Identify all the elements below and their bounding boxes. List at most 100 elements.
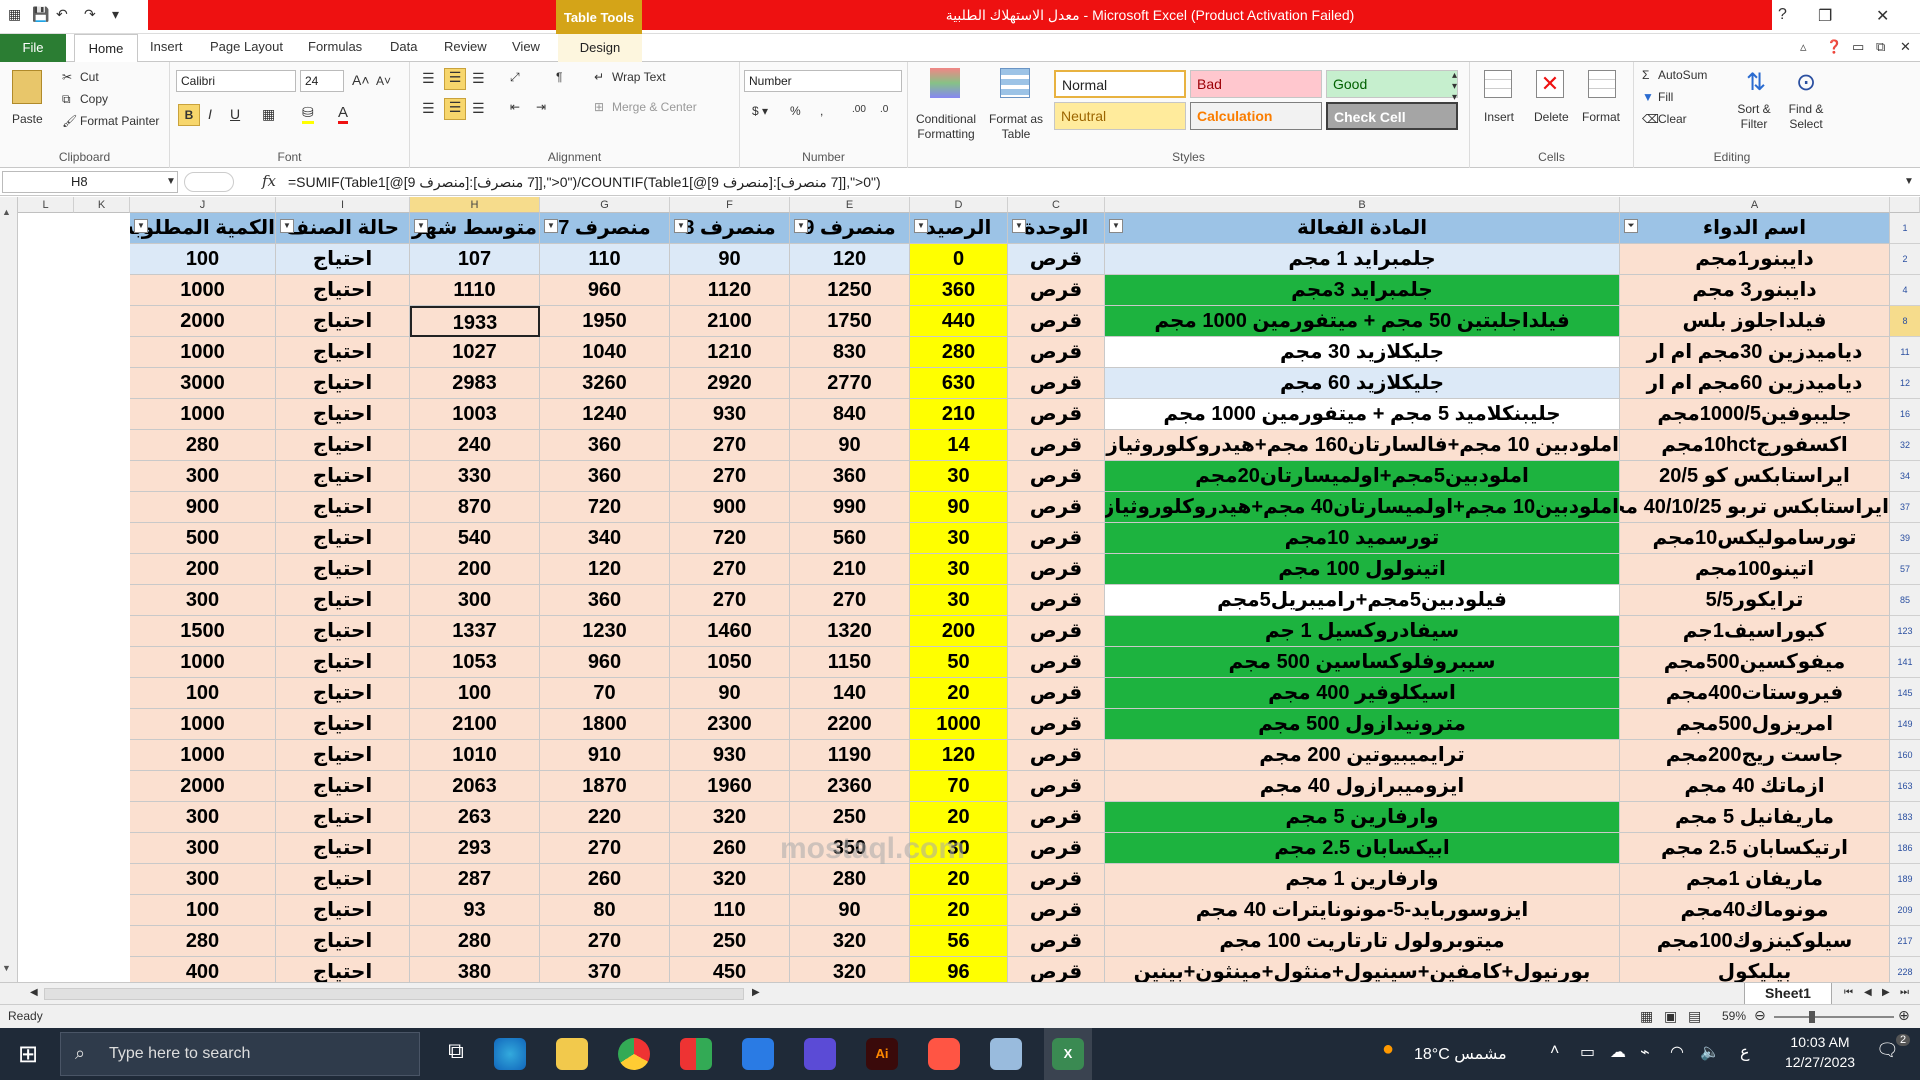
column-header-j[interactable]: J (130, 197, 276, 213)
italic-icon[interactable]: I (208, 106, 212, 122)
network-icon[interactable]: ⌁ (1640, 1042, 1650, 1062)
row-header[interactable]: 209 (1890, 895, 1920, 926)
cell-b[interactable]: جليكلازيد 30 مجم (1105, 337, 1620, 368)
cell-g[interactable]: 70 (540, 678, 670, 709)
insert-function-icon[interactable]: fx (262, 172, 276, 190)
page-layout-view-icon[interactable]: ▣ (1664, 1008, 1677, 1025)
cell-c[interactable]: قرص (1008, 926, 1105, 957)
cell-f[interactable]: 90 (670, 678, 790, 709)
style-bad[interactable]: Bad (1190, 70, 1322, 98)
cell-a[interactable]: اكسفورج10hctمجم (1620, 430, 1890, 461)
first-sheet-icon[interactable]: ⏮ (1844, 987, 1853, 998)
currency-icon[interactable]: $ ▾ (752, 104, 768, 118)
cell-j[interactable]: 280 (130, 926, 276, 957)
cell-j[interactable]: 1500 (130, 616, 276, 647)
cell-g[interactable]: 1800 (540, 709, 670, 740)
cell-j[interactable]: 280 (130, 430, 276, 461)
row-header[interactable]: 186 (1890, 833, 1920, 864)
align-center-icon[interactable]: ☰ (444, 98, 466, 120)
fill-button[interactable]: Fill (1658, 90, 1673, 104)
cell-h[interactable]: 240 (410, 430, 540, 461)
cell-c[interactable]: قرص (1008, 275, 1105, 306)
window-close-icon[interactable]: ✕ (1900, 39, 1911, 55)
select-all-corner[interactable] (1890, 197, 1920, 213)
task-view-icon[interactable]: ⧉ (440, 1038, 472, 1070)
save-icon[interactable]: 💾 (32, 6, 49, 23)
row-header[interactable]: 12 (1890, 368, 1920, 399)
cell-e[interactable]: 1750 (790, 306, 910, 337)
underline-icon[interactable]: U (230, 106, 240, 122)
cell-h[interactable]: 1027 (410, 337, 540, 368)
style-check-cell[interactable]: Check Cell (1326, 102, 1458, 130)
hscroll-right-icon[interactable]: ▶ (752, 987, 760, 998)
app-icon[interactable] (804, 1038, 836, 1070)
decrease-indent-icon[interactable]: ⇤ (510, 100, 520, 114)
clock-date[interactable]: 12/27/2023 (1776, 1054, 1864, 1070)
cell-d[interactable]: 20 (910, 895, 1008, 926)
cell-d[interactable]: 20 (910, 802, 1008, 833)
cell-j[interactable]: 1000 (130, 647, 276, 678)
cell-b[interactable]: اسيكلوفير 400 مجم (1105, 678, 1620, 709)
cell-d[interactable]: 50 (910, 647, 1008, 678)
store-icon[interactable] (680, 1038, 712, 1070)
row-header[interactable]: 34 (1890, 461, 1920, 492)
cell-j[interactable]: 1000 (130, 275, 276, 306)
cell-i[interactable]: احتياج (276, 461, 410, 492)
row-header[interactable]: 149 (1890, 709, 1920, 740)
undo-icon[interactable]: ↶ (56, 6, 68, 23)
column-header-b[interactable]: B (1105, 197, 1620, 213)
cell-h[interactable]: 2983 (410, 368, 540, 399)
cell-a[interactable]: دايبنور3 مجم (1620, 275, 1890, 306)
cell-f[interactable]: 900 (670, 492, 790, 523)
cell-e[interactable]: 1150 (790, 647, 910, 678)
cell-d[interactable]: 70 (910, 771, 1008, 802)
wrap-text-button[interactable]: Wrap Text (612, 70, 666, 84)
style-good[interactable]: Good (1326, 70, 1458, 98)
tab-view[interactable]: View (512, 39, 540, 54)
cell-g[interactable]: 360 (540, 461, 670, 492)
window-minimize-icon[interactable]: ▭ (1852, 39, 1864, 55)
filter-dropdown-icon[interactable]: ▼ (414, 219, 428, 233)
cell-j[interactable]: 3000 (130, 368, 276, 399)
tab-data[interactable]: Data (390, 39, 417, 54)
cell-h[interactable]: 293 (410, 833, 540, 864)
cell-e[interactable]: 1320 (790, 616, 910, 647)
style-neutral[interactable]: Neutral (1054, 102, 1186, 130)
cell-b[interactable]: املودبين5مجم+اولميسارتان20مجم (1105, 461, 1620, 492)
ribbon-minimize-icon[interactable]: ▵ (1800, 39, 1807, 55)
cell-b[interactable]: ترايميبيوتين 200 مجم (1105, 740, 1620, 771)
cell-j[interactable]: 900 (130, 492, 276, 523)
cell-a[interactable]: ازماتك 40 مجم (1620, 771, 1890, 802)
cell-c[interactable]: قرص (1008, 523, 1105, 554)
cell-g[interactable]: 1230 (540, 616, 670, 647)
cell-c[interactable]: قرص (1008, 368, 1105, 399)
filter-dropdown-icon[interactable]: ▼ (674, 219, 688, 233)
cell-g[interactable]: 360 (540, 585, 670, 616)
cell-e[interactable]: 270 (790, 585, 910, 616)
row-header[interactable]: 57 (1890, 554, 1920, 585)
cell-h[interactable]: 263 (410, 802, 540, 833)
cell-c[interactable]: قرص (1008, 492, 1105, 523)
cell-a[interactable]: دايبنور1مجم (1620, 244, 1890, 275)
zoom-level[interactable]: 59% (1722, 1009, 1746, 1023)
format-cells-button[interactable]: Format (1582, 110, 1620, 124)
row-header[interactable]: 37 (1890, 492, 1920, 523)
row-header[interactable]: 141 (1890, 647, 1920, 678)
cell-j[interactable]: 300 (130, 833, 276, 864)
cell-b[interactable]: سيفادروكسيل 1 جم (1105, 616, 1620, 647)
cell-i[interactable]: احتياج (276, 678, 410, 709)
cut-button[interactable]: Cut (80, 70, 99, 84)
cell-a[interactable]: ترايكور5/5 (1620, 585, 1890, 616)
cell-j[interactable]: 400 (130, 957, 276, 982)
help-icon[interactable]: ? (1778, 6, 1787, 24)
cell-b[interactable]: جليبنكلاميد 5 مجم + ميتفورمين 1000 مجم (1105, 399, 1620, 430)
prev-sheet-icon[interactable]: ◀ (1864, 987, 1872, 998)
cell-a[interactable]: ارتيكسابان 2.5 مجم (1620, 833, 1890, 864)
cell-c[interactable]: قرص (1008, 585, 1105, 616)
language-indicator[interactable]: ع (1740, 1042, 1750, 1062)
row-header[interactable]: 160 (1890, 740, 1920, 771)
hscroll-left-icon[interactable]: ◀ (30, 987, 38, 998)
cell-g[interactable]: 270 (540, 926, 670, 957)
cell-g[interactable]: 340 (540, 523, 670, 554)
notepad-icon[interactable] (990, 1038, 1022, 1070)
